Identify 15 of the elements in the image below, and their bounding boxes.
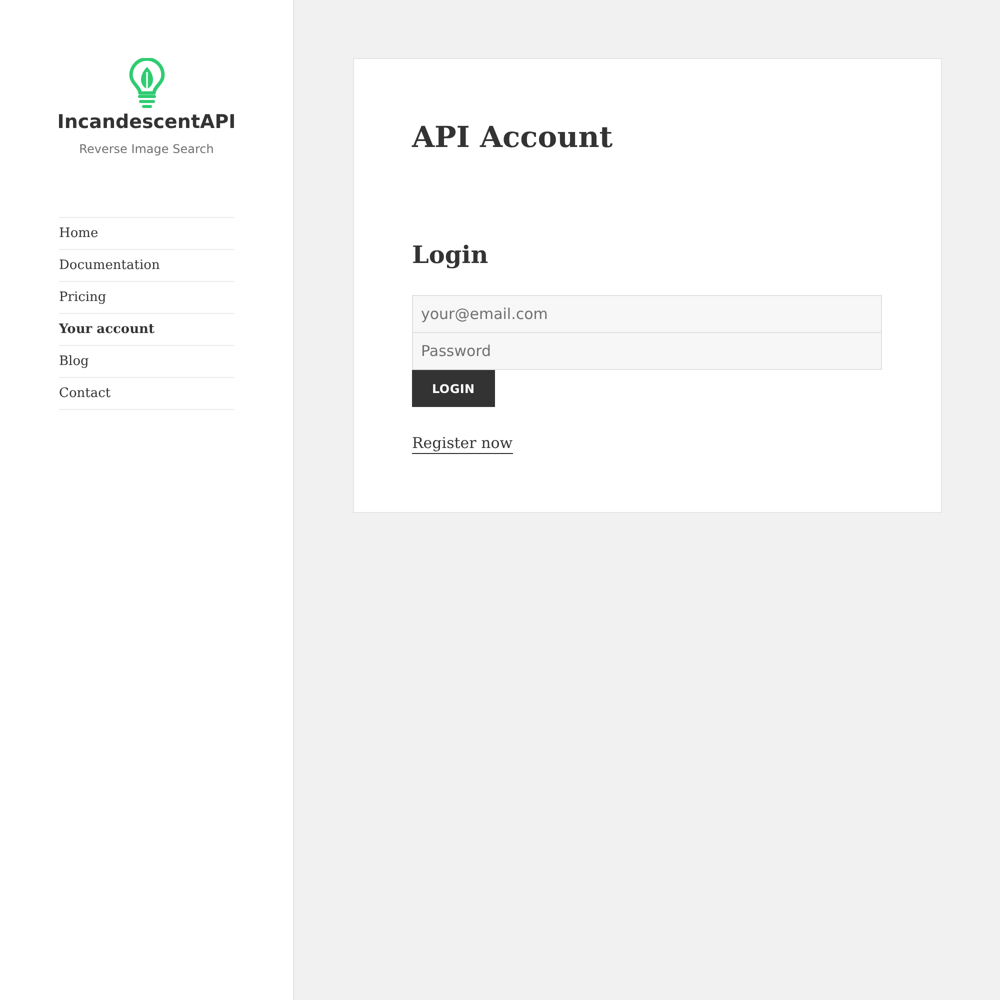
register-link[interactable]: Register now xyxy=(412,433,513,454)
input-field[interactable]: Password xyxy=(412,332,882,370)
nav-link[interactable]: Pricing xyxy=(59,282,234,314)
site-tagline: Reverse Image Search xyxy=(79,141,214,157)
nav-link[interactable]: Home xyxy=(59,218,234,250)
nav-link[interactable]: Blog xyxy=(59,346,234,378)
lightbulb-leaf-logo-icon xyxy=(126,58,166,108)
nav-link[interactable]: Documentation xyxy=(59,250,234,282)
nav-link[interactable]: Your account xyxy=(59,314,234,346)
input-field[interactable]: your@email.com xyxy=(412,295,882,333)
login-button[interactable]: LOGIN xyxy=(412,370,495,407)
site-title: IncandescentAPI xyxy=(57,110,236,135)
page-title: API Account xyxy=(412,119,613,156)
nav-link[interactable]: Contact xyxy=(59,378,234,410)
section-heading: Login xyxy=(412,239,488,271)
